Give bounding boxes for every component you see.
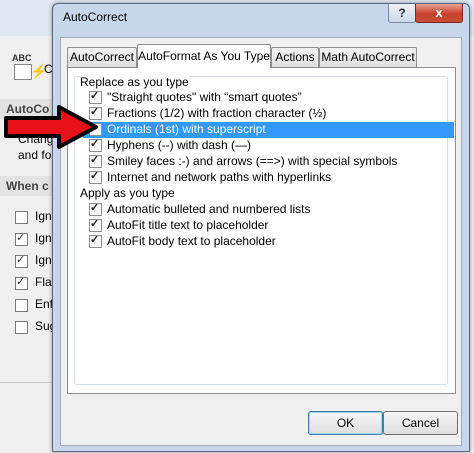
checkbox-autofit-body[interactable] — [89, 233, 102, 248]
label-ordinals: Ordinals (1st) with superscript — [107, 122, 266, 136]
label-smiley-faces: Smiley faces :-) and arrows (==>) with s… — [107, 154, 398, 168]
tab-autocorrect[interactable]: AutoCorrect — [67, 47, 137, 67]
replace-as-you-type-label: Replace as you type — [80, 75, 189, 89]
background-checkbox-label-5: Enf — [35, 297, 54, 311]
tab-math-autocorrect[interactable]: Math AutoCorrect — [319, 47, 417, 67]
checkbox-smiley-faces[interactable] — [89, 153, 102, 168]
option-row-ordinals[interactable]: Ordinals (1st) with superscript — [83, 122, 454, 138]
cancel-button[interactable]: Cancel — [383, 411, 458, 435]
option-row-bulleted-lists[interactable]: Automatic bulleted and numbered lists — [68, 201, 440, 218]
background-checkbox-4[interactable] — [15, 275, 28, 290]
label-bulleted-lists: Automatic bulleted and numbered lists — [107, 202, 311, 216]
checkbox-bulleted-lists[interactable] — [89, 201, 102, 216]
option-row-fractions[interactable]: Fractions (1/2) with fraction character … — [68, 105, 440, 122]
background-checkbox-1[interactable] — [15, 211, 28, 224]
help-button[interactable]: ? — [388, 4, 416, 23]
abc-spelling-icon: ABC ⚡ — [10, 53, 47, 83]
background-checkbox-label-1: Ign — [35, 209, 52, 223]
abc-icon-text: ABC — [12, 53, 32, 63]
label-internet-paths: Internet and network paths with hyperlin… — [107, 170, 332, 184]
background-section-text-2: and fo — [18, 148, 52, 162]
background-checkbox-3[interactable] — [15, 253, 28, 268]
autoformat-tab-panel: Replace as you type "Straight quotes" wi… — [67, 67, 456, 394]
option-row-autofit-body[interactable]: AutoFit body text to placeholder — [68, 233, 440, 250]
background-checkbox-5[interactable] — [15, 299, 28, 312]
background-checkbox-2[interactable] — [15, 231, 28, 246]
option-row-autofit-title[interactable]: AutoFit title text to placeholder — [68, 217, 440, 234]
option-row-internet-paths[interactable]: Internet and network paths with hyperlin… — [68, 169, 440, 186]
checkbox-straight-quotes[interactable] — [89, 89, 102, 104]
background-checkbox-6[interactable] — [15, 321, 28, 334]
background-checkbox-label-4: Fla — [35, 275, 52, 289]
label-autofit-body: AutoFit body text to placeholder — [107, 234, 276, 248]
option-row-straight-quotes[interactable]: "Straight quotes" with “smart quotes” — [68, 89, 440, 106]
checkbox-internet-paths[interactable] — [89, 169, 102, 184]
label-autofit-title: AutoFit title text to placeholder — [107, 218, 269, 232]
label-straight-quotes: "Straight quotes" with “smart quotes” — [107, 90, 302, 104]
arrow-shape — [4, 105, 98, 149]
option-row-hyphens[interactable]: Hyphens (--) with dash (—) — [68, 137, 440, 154]
dialog-client-area: AutoCorrect AutoFormat As You Type Actio… — [60, 37, 462, 446]
apply-as-you-type-label: Apply as you type — [80, 186, 175, 200]
tab-actions[interactable]: Actions — [271, 47, 319, 67]
tab-autoformat-as-you-type[interactable]: AutoFormat As You Type — [137, 44, 271, 68]
label-fractions: Fractions (1/2) with fraction character … — [107, 106, 327, 120]
close-button[interactable]: x — [415, 4, 463, 23]
background-divider — [0, 382, 55, 383]
checkbox-autofit-title[interactable] — [89, 217, 102, 232]
dialog-titlebar[interactable]: AutoCorrect ? x — [53, 4, 469, 31]
autocorrect-dialog: AutoCorrect ? x AutoCorrect AutoFormat A… — [52, 3, 470, 452]
red-arrow-pointer-icon — [4, 105, 98, 149]
dialog-title: AutoCorrect — [63, 10, 128, 24]
background-checkbox-label-2: Ign — [35, 231, 52, 245]
ok-button[interactable]: OK — [308, 411, 383, 435]
label-hyphens: Hyphens (--) with dash (—) — [107, 138, 252, 152]
background-checkbox-label-3: Ign — [35, 253, 52, 267]
option-row-smiley-faces[interactable]: Smiley faces :-) and arrows (==>) with s… — [68, 153, 440, 170]
